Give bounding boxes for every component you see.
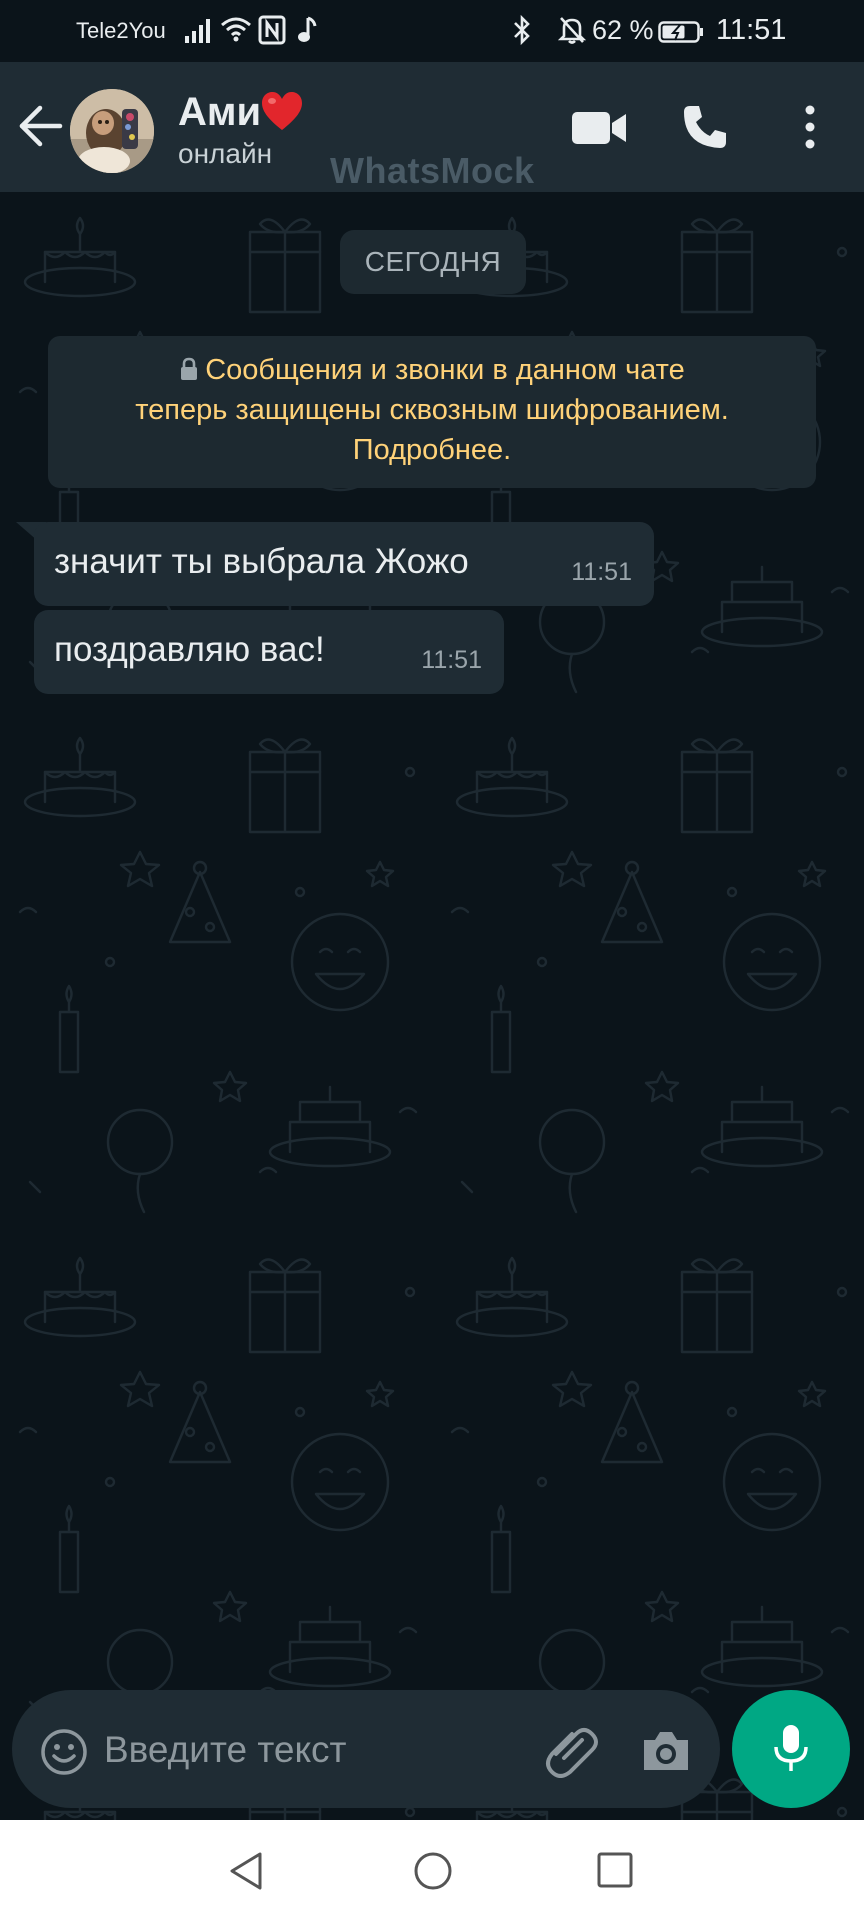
avatar-photo — [70, 89, 154, 173]
back-arrow-icon[interactable] — [16, 98, 66, 154]
music-icon — [298, 16, 317, 42]
message-text: значит ты выбрала Жожо — [54, 542, 469, 581]
message-text: поздравляю вас! — [54, 630, 325, 669]
nav-home-icon[interactable] — [412, 1850, 454, 1892]
incoming-message[interactable]: значит ты выбрала Жожо 11:51 — [34, 522, 654, 606]
attach-icon[interactable] — [542, 1724, 600, 1778]
phone-screen: Tele2You 62 % 11:51 Ами онлайн WhatsMock… — [0, 0, 864, 1920]
watermark-text: WhatsMock — [330, 150, 535, 191]
camera-icon[interactable] — [640, 1728, 692, 1774]
video-call-icon[interactable] — [570, 108, 628, 148]
wifi-icon — [221, 17, 251, 42]
incoming-message[interactable]: поздравляю вас! 11:51 — [34, 610, 504, 694]
nav-recents-icon[interactable] — [596, 1851, 634, 1889]
battery-percent: 62 % — [592, 15, 654, 45]
mic-button[interactable] — [732, 1690, 850, 1808]
nav-back-icon[interactable] — [226, 1850, 266, 1892]
bell-off-icon — [558, 17, 586, 44]
encryption-learn-more-link[interactable]: Подробнее. — [48, 430, 816, 470]
contact-name[interactable]: Ами — [178, 90, 261, 135]
emoji-icon[interactable] — [40, 1728, 88, 1776]
battery-icon — [658, 21, 703, 43]
system-nav-bar — [0, 1820, 864, 1920]
phone-icon[interactable] — [680, 102, 730, 152]
chat-area[interactable]: СЕГОДНЯ Сообщения и звонки в данном чате… — [0, 192, 864, 1820]
encryption-notice[interactable]: Сообщения и звонки в данном чате теперь … — [48, 336, 816, 488]
message-time: 11:51 — [571, 558, 632, 586]
bluetooth-icon — [514, 14, 530, 46]
heart-icon — [262, 92, 302, 130]
message-time: 11:51 — [421, 646, 482, 674]
message-input[interactable] — [104, 1720, 524, 1780]
status-bar: Tele2You 62 % 11:51 — [0, 0, 864, 62]
encryption-notice-line1: Сообщения и звонки в данном чате — [48, 350, 816, 390]
contact-avatar[interactable] — [70, 89, 154, 173]
date-chip: СЕГОДНЯ — [340, 230, 526, 294]
mic-icon — [774, 1725, 808, 1771]
more-vert-icon[interactable] — [790, 102, 830, 152]
lock-icon — [181, 357, 198, 380]
encryption-line1-text: Сообщения и звонки в данном чате — [205, 354, 685, 386]
contact-status: онлайн — [178, 138, 273, 169]
signal-icon — [185, 19, 210, 43]
nfc-icon — [258, 15, 286, 45]
encryption-notice-line2: теперь защищены сквозным шифрованием. — [135, 394, 729, 426]
message-composer — [12, 1690, 720, 1808]
carrier-label: Tele2You — [76, 18, 166, 43]
status-clock: 11:51 — [716, 14, 787, 46]
chat-header: Ами онлайн WhatsMock — [0, 62, 864, 192]
